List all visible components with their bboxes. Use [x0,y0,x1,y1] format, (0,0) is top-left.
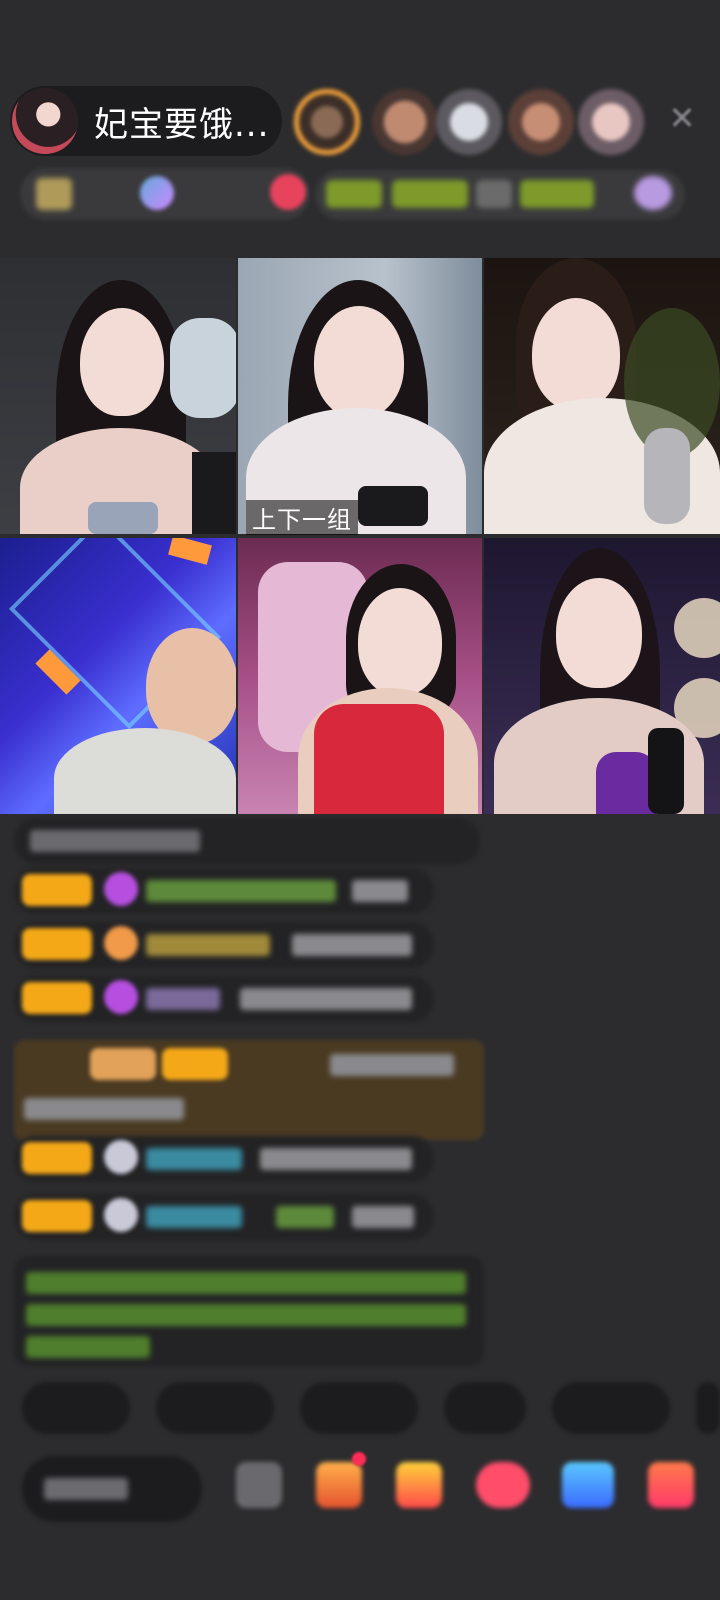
chat-text [146,988,220,1010]
fan-club-icon [140,176,174,210]
chat-text [260,1148,412,1170]
video-tile[interactable] [0,538,236,814]
emoji-icon[interactable] [236,1462,282,1508]
host-name[interactable]: 妃宝要饿... [94,97,279,146]
level-badge [22,874,92,906]
host-info[interactable]: 妃宝要饿... [10,86,282,156]
chat-text [330,1054,454,1076]
quick-reply-chip[interactable] [552,1382,670,1434]
room-tag [520,180,594,208]
chat-text [146,934,270,956]
chat-text [292,934,412,956]
chat-input-placeholder [44,1478,128,1500]
viewer-avatar[interactable] [294,89,360,155]
chat-text [146,1206,242,1228]
level-badge [22,928,92,960]
chat-text [276,1206,334,1228]
gem-icon [104,926,138,960]
more-icon[interactable] [648,1462,694,1508]
gem-icon [104,980,138,1014]
gem-icon [104,872,138,906]
live-room: 妃宝要饿... ✕ 上下一组 [0,0,720,1600]
notice-text [26,1336,150,1358]
viewer-avatar[interactable] [508,89,574,155]
chat-text [30,830,200,852]
chat-text [352,1206,414,1228]
close-icon[interactable]: ✕ [664,100,700,136]
chat-bubble-icon[interactable] [476,1462,530,1508]
notice-text [26,1304,466,1326]
follow-icon[interactable] [270,174,306,210]
video-tile[interactable] [484,538,720,814]
level-badge [162,1048,228,1080]
chat-text [352,880,408,902]
level-badge [22,1200,92,1232]
video-tile[interactable] [484,258,720,534]
chat-text [240,988,412,1010]
room-tag [476,180,512,208]
quick-reply-chip[interactable] [22,1382,130,1434]
quick-reply-chip[interactable] [444,1382,526,1434]
room-tag-icon [634,176,672,210]
room-tag [326,180,382,208]
chat-text [24,1098,184,1120]
notice-text [26,1272,466,1294]
viewer-avatar[interactable] [578,89,644,155]
gem-icon [104,1198,138,1232]
quick-reply-chip[interactable] [300,1382,418,1434]
level-badge [22,982,92,1014]
shop-icon[interactable] [396,1462,442,1508]
viewer-avatar[interactable] [436,89,502,155]
video-tile[interactable] [238,538,482,814]
video-tile[interactable] [0,258,236,534]
share-icon[interactable] [562,1462,614,1508]
chat-text [146,1148,242,1170]
video-tile[interactable] [238,258,482,534]
level-badge [22,1142,92,1174]
host-avatar[interactable] [12,88,78,154]
quick-reply-chip[interactable] [696,1382,720,1434]
grid-overlay-label: 上下一组 [246,500,358,535]
level-badge [90,1048,156,1080]
gift-box-icon[interactable] [316,1462,362,1508]
viewer-avatar[interactable] [372,89,438,155]
room-tag [392,180,468,208]
rank-icon [36,178,72,210]
gem-icon [104,1140,138,1174]
notification-dot [352,1452,366,1466]
chat-text [146,880,336,902]
quick-reply-chip[interactable] [156,1382,274,1434]
multi-guest-video-grid: 上下一组 [0,258,720,814]
